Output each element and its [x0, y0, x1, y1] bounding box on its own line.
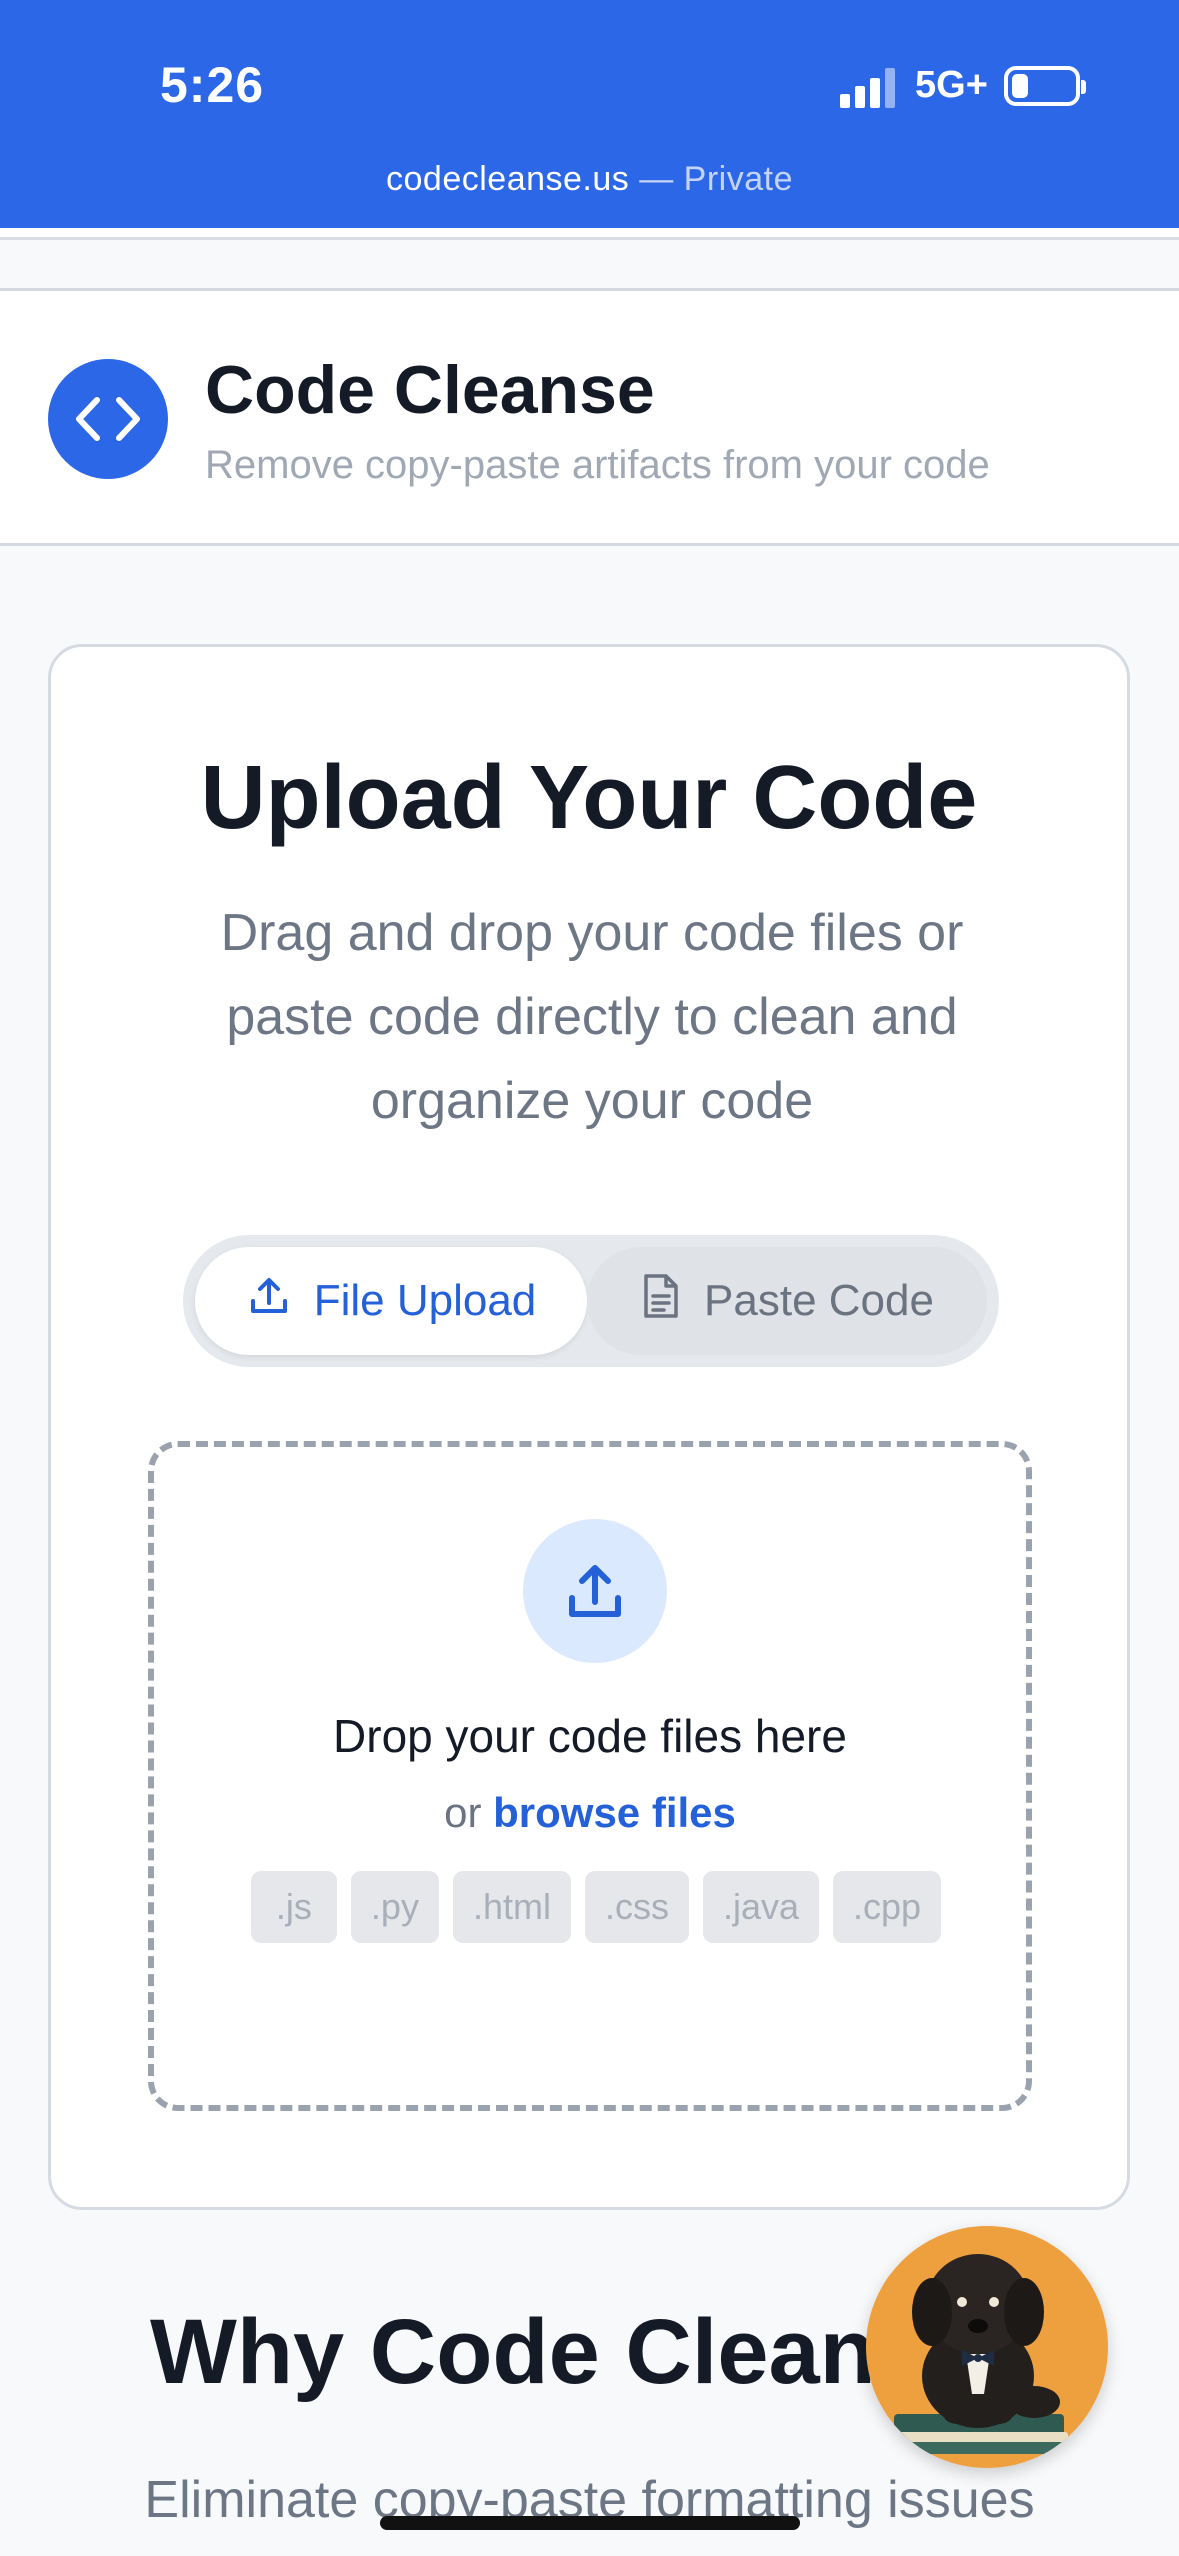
address-bar[interactable]: codecleanse.us — Private — [0, 160, 1179, 199]
app-header: Code Cleanse Remove copy-paste artifacts… — [0, 288, 1179, 546]
code-brackets-icon[interactable] — [48, 359, 168, 479]
signal-icon — [840, 68, 896, 108]
why-section-title: Why Code Clean — [150, 2301, 876, 2403]
home-indicator — [380, 2516, 800, 2530]
document-icon — [640, 1272, 682, 1331]
extension-chip: .css — [584, 1871, 689, 1943]
browse-files-link[interactable]: browse files — [493, 1789, 736, 1836]
extension-chip: .cpp — [833, 1871, 942, 1943]
file-dropzone[interactable]: Drop your code files here or browse file… — [148, 1441, 1032, 2111]
tab-paste-code-label: Paste Code — [704, 1276, 934, 1325]
supported-extensions: .js .py .html .css .java .cpp — [214, 1871, 978, 1943]
upload-card: Upload Your Code Drag and drop your code… — [48, 644, 1130, 2210]
upload-icon — [523, 1519, 667, 1663]
dropzone-browse-line: or browse files — [154, 1789, 1026, 1837]
url-text: codecleanse.us — [386, 160, 630, 198]
extension-chip: .html — [452, 1871, 571, 1943]
upload-title: Upload Your Code — [200, 748, 978, 848]
tab-paste-code[interactable]: Paste Code — [587, 1247, 987, 1355]
dropzone-title: Drop your code files here — [333, 1710, 847, 1762]
extension-chip: .py — [350, 1871, 439, 1943]
dog-mascot-avatar[interactable] — [866, 2226, 1108, 2468]
battery-icon — [1004, 66, 1086, 106]
private-label: — Private — [629, 160, 793, 198]
extension-chip: .java — [702, 1871, 820, 1943]
app-subtitle: Remove copy-paste artifacts from your co… — [205, 443, 990, 487]
status-bar: 5:26 5G+ codecleanse.us — Private — [0, 0, 1179, 228]
network-label: 5G+ — [915, 64, 988, 106]
upload-description: Drag and drop your code files or paste c… — [220, 904, 964, 1130]
upload-icon — [246, 1273, 292, 1330]
tab-file-upload-label: File Upload — [313, 1276, 537, 1325]
page: 5:26 5G+ codecleanse.us — Private Code C… — [0, 0, 1179, 2556]
extension-chip: .js — [250, 1871, 337, 1943]
toolbar-strip — [0, 228, 1179, 240]
upload-mode-tabs: File Upload Paste Code — [183, 1235, 999, 1367]
or-text: or — [444, 1789, 494, 1836]
status-time: 5:26 — [160, 57, 265, 113]
tab-file-upload[interactable]: File Upload — [195, 1247, 587, 1355]
app-title: Code Cleanse — [205, 352, 655, 428]
